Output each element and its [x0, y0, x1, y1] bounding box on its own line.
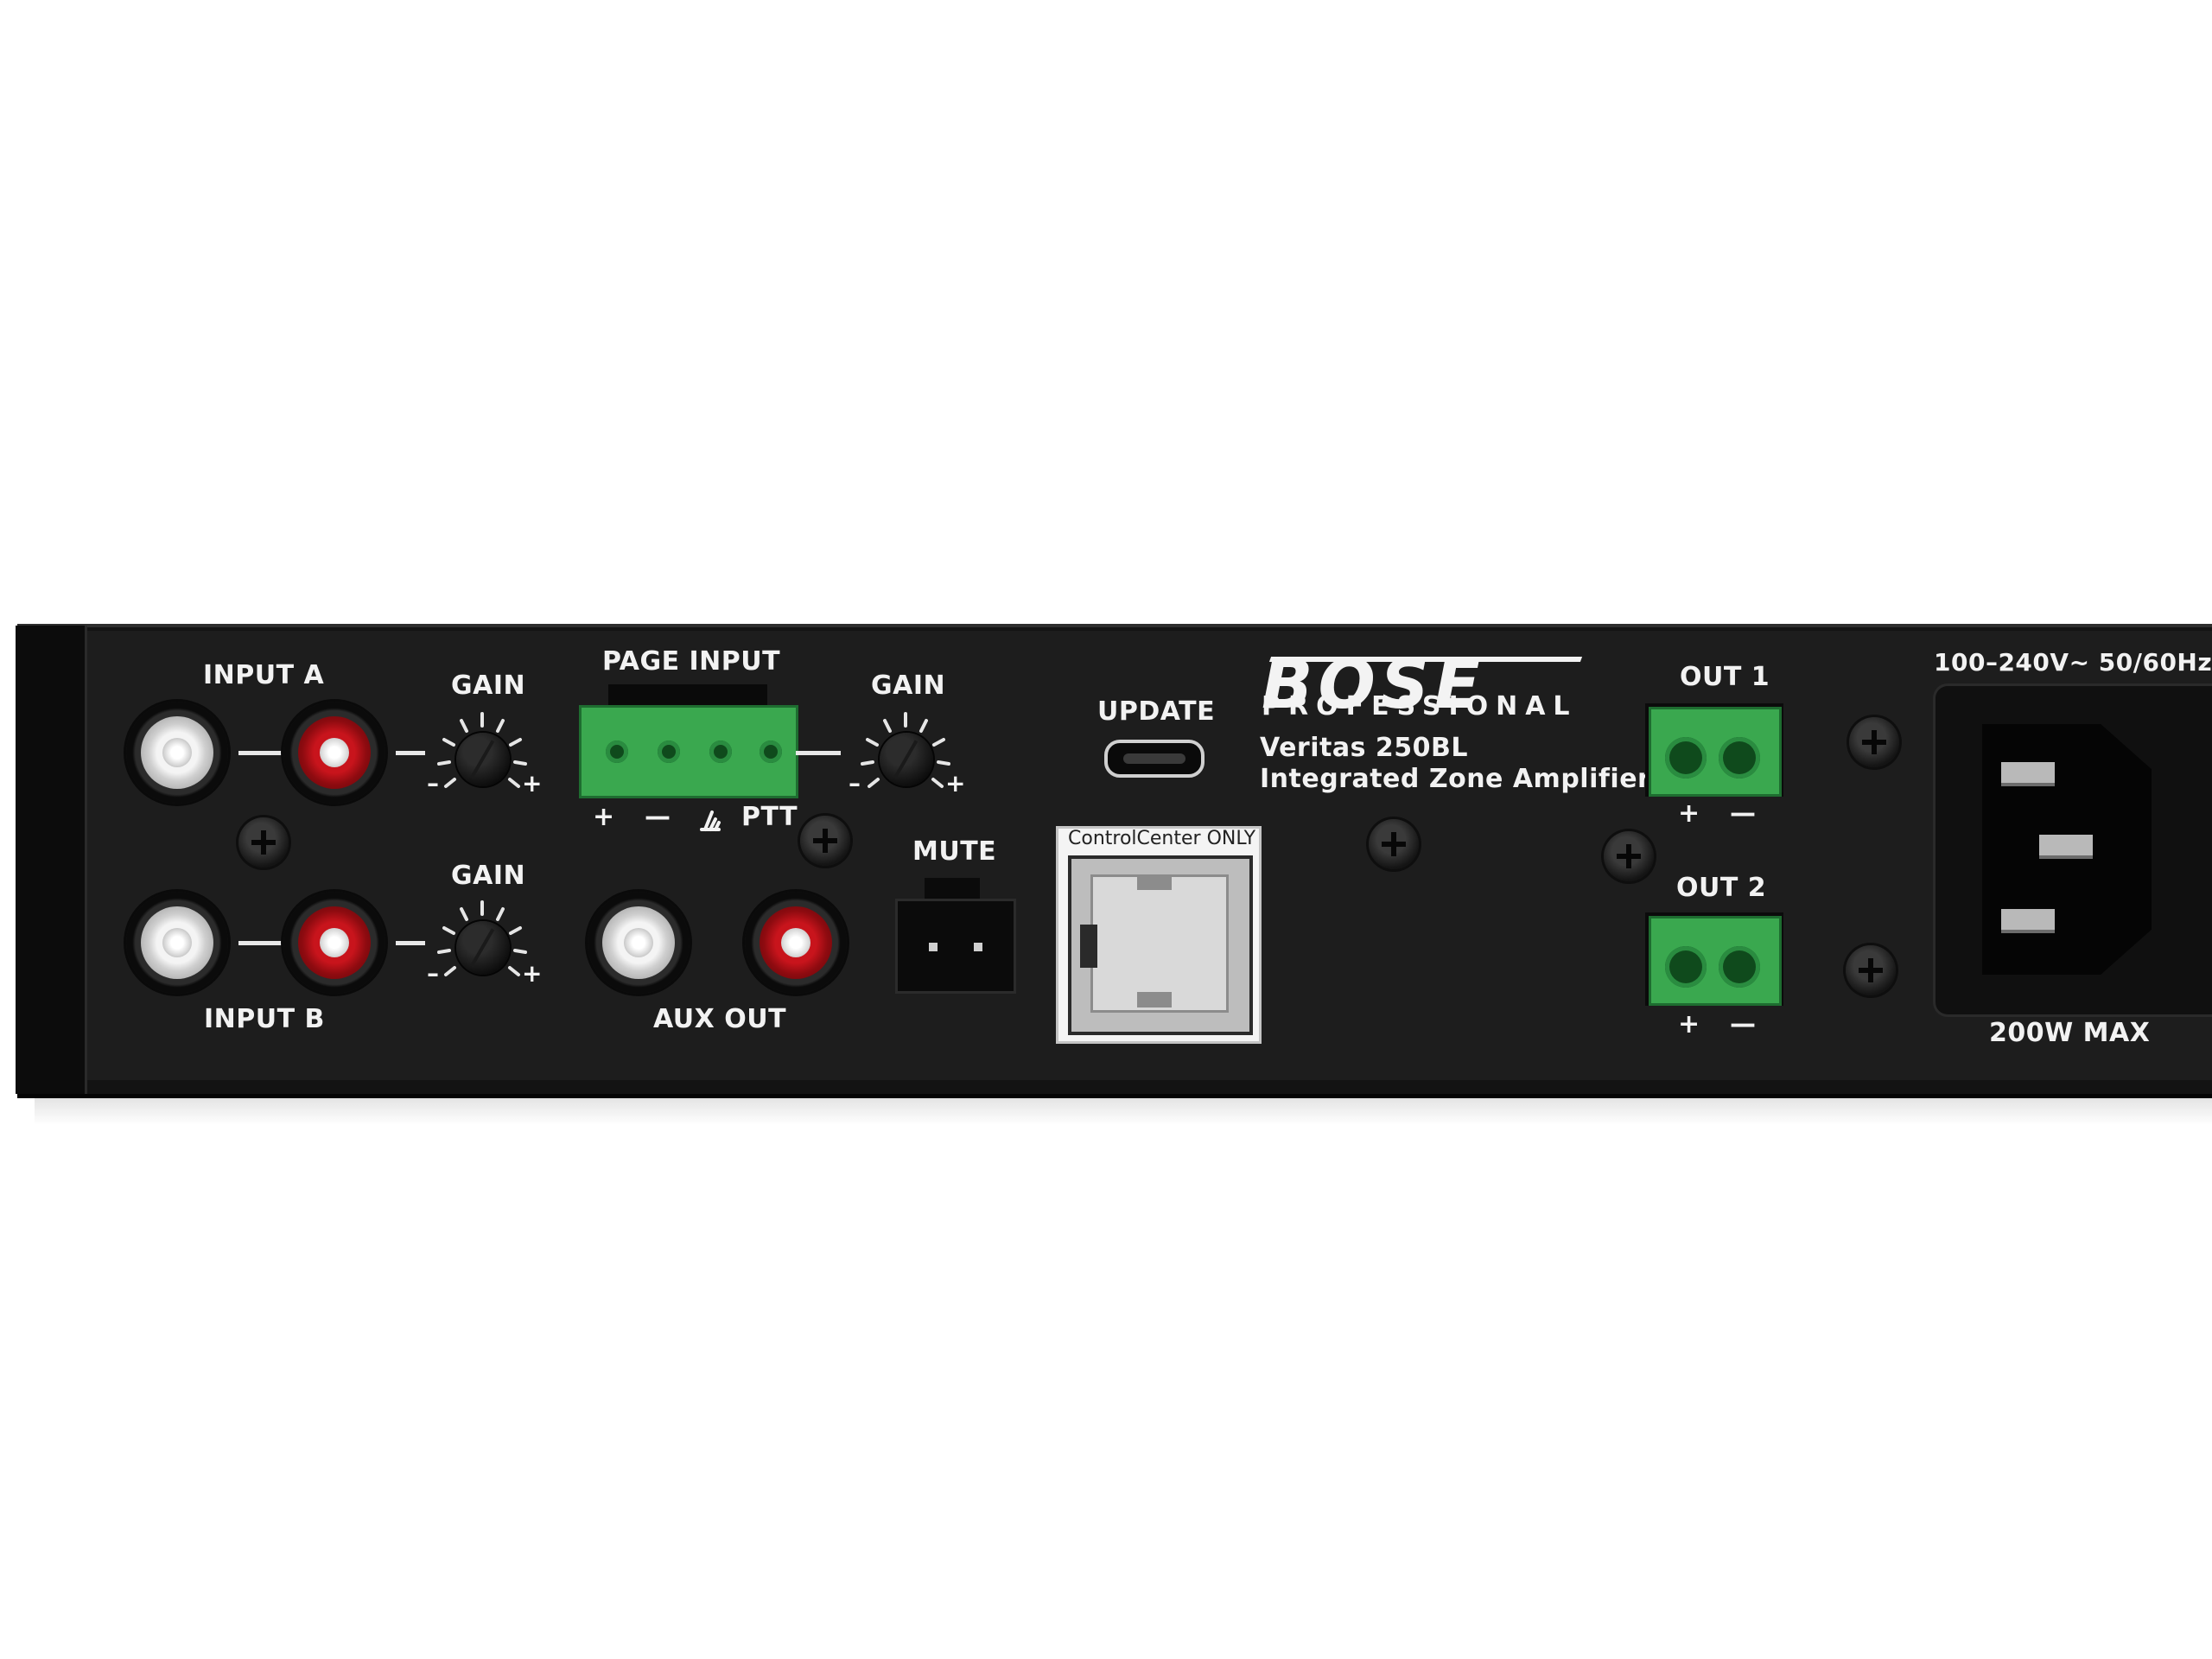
- gain-page-min: –: [849, 769, 861, 798]
- iec-pin: [2039, 835, 2093, 859]
- screw-icon: [800, 816, 850, 866]
- gain-page-label: GAIN: [871, 671, 946, 701]
- gain-page-knob[interactable]: [854, 707, 957, 810]
- page-input-latch: [608, 684, 767, 707]
- aux-out-right-jack[interactable]: [745, 892, 847, 994]
- connector-line: [396, 751, 425, 755]
- usb-c-port[interactable]: [1104, 740, 1205, 778]
- screw-icon: [1846, 945, 1896, 995]
- gain-a-label: GAIN: [451, 671, 526, 701]
- gain-page-max: +: [945, 769, 966, 798]
- connector-line: [396, 941, 425, 945]
- screw-icon: [1369, 819, 1419, 869]
- aux-out-left-jack[interactable]: [588, 892, 690, 994]
- gain-a-knob[interactable]: [430, 707, 534, 810]
- input-a-right-jack[interactable]: [283, 702, 385, 804]
- ptt-label: PTT: [741, 802, 798, 832]
- ethernet-clip: [1137, 992, 1172, 1007]
- connector-line: [796, 751, 841, 755]
- rack-ear: [16, 626, 87, 1094]
- gain-b-label: GAIN: [451, 861, 526, 891]
- power-rating-label: 100–240V~ 50/60Hz: [1934, 648, 2212, 677]
- out1-minus: —: [1730, 798, 1757, 829]
- gain-b-min: –: [427, 959, 440, 988]
- out2-terminal[interactable]: [1649, 916, 1782, 1006]
- gain-a-min: –: [427, 769, 440, 798]
- page-input-label: PAGE INPUT: [602, 646, 781, 677]
- aux-out-label: AUX OUT: [653, 1004, 787, 1034]
- model-description: Integrated Zone Amplifier: [1260, 764, 1651, 794]
- model-name: Veritas 250BL: [1260, 733, 1468, 763]
- input-b-label: INPUT B: [204, 1004, 325, 1034]
- input-b-left-jack[interactable]: [126, 892, 228, 994]
- out2-minus: —: [1730, 1009, 1757, 1039]
- screw-icon: [1849, 717, 1899, 767]
- page-input-terminal[interactable]: [579, 705, 798, 798]
- out1-label: OUT 1: [1680, 662, 1770, 692]
- ground-icon: [700, 810, 721, 831]
- ethernet-clip: [1137, 874, 1172, 890]
- control-center-label: ControlCenter ONLY: [1068, 828, 1256, 849]
- iec-pin: [2001, 909, 2055, 933]
- mute-terminal[interactable]: [895, 899, 1016, 994]
- out1-plus: +: [1678, 798, 1700, 829]
- out2-plus: +: [1678, 1009, 1700, 1039]
- page-minus-label: —: [645, 802, 671, 832]
- update-label: UPDATE: [1097, 696, 1216, 727]
- input-a-left-jack[interactable]: [126, 702, 228, 804]
- max-power-label: 200W MAX: [1989, 1018, 2151, 1048]
- input-a-label: INPUT A: [203, 660, 325, 690]
- page-plus-label: +: [593, 802, 615, 832]
- connector-line: [238, 751, 283, 755]
- screw-icon: [238, 817, 289, 868]
- bose-professional: PROFESSIONAL: [1262, 691, 1578, 721]
- gain-b-knob[interactable]: [430, 895, 534, 999]
- gain-b-max: +: [522, 959, 543, 988]
- connector-line: [238, 941, 283, 945]
- iec-pin: [2001, 762, 2055, 786]
- ethernet-latch: [1080, 925, 1097, 968]
- input-b-right-jack[interactable]: [283, 892, 385, 994]
- out2-label: OUT 2: [1676, 873, 1767, 903]
- gain-a-max: +: [522, 769, 543, 798]
- mute-label: MUTE: [912, 836, 997, 867]
- out1-terminal[interactable]: [1649, 707, 1782, 797]
- ground-screw-icon: [1604, 831, 1654, 881]
